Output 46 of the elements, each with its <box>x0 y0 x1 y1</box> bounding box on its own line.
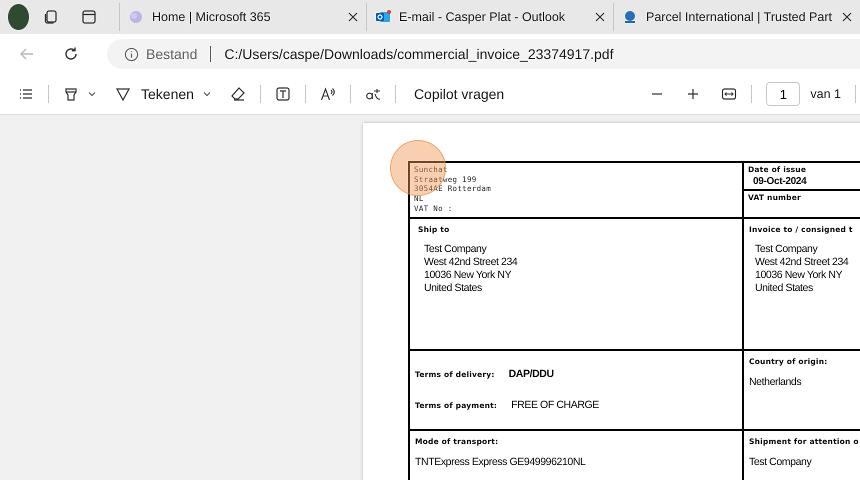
address-line: West 42nd Street 234 <box>424 256 518 269</box>
copilot-button[interactable]: Copilot vragen <box>410 86 508 102</box>
tab-title: E-mail - Casper Plat - Outlook <box>399 10 566 24</box>
chevron-down-icon[interactable] <box>202 89 212 99</box>
address-line: United States <box>755 282 814 295</box>
field-value: Test Company <box>749 456 813 469</box>
page-count: van 1 <box>810 87 841 101</box>
fit-width-icon[interactable] <box>721 86 738 102</box>
close-icon[interactable] <box>842 12 852 22</box>
site-label: Bestand <box>146 46 198 62</box>
tab-title: Home | Microsoft 365 <box>152 10 272 24</box>
address-line: United States <box>424 282 483 295</box>
draw-label[interactable]: Tekenen <box>141 86 194 102</box>
translate-icon[interactable] <box>364 86 381 102</box>
read-aloud-icon[interactable] <box>320 86 336 102</box>
page-number-field[interactable]: 1 <box>766 82 800 106</box>
browser-tab[interactable]: E-mail - Casper Plat - Outlook <box>366 3 613 31</box>
close-icon[interactable] <box>348 12 358 22</box>
highlighter-icon[interactable] <box>63 86 79 102</box>
profile-avatar[interactable] <box>8 4 29 30</box>
collections-icon[interactable] <box>43 9 59 25</box>
chevron-down-icon[interactable] <box>87 89 97 99</box>
text-box-icon[interactable] <box>274 86 291 102</box>
issue-date: 09-Oct-2024 <box>753 176 808 187</box>
tab-title: Parcel International | Trusted Part <box>646 10 833 24</box>
address-line: 10036 New York NY <box>755 269 844 282</box>
address-line: Test Company <box>755 243 819 256</box>
address-line: West 42nd Street 234 <box>755 256 850 269</box>
info-icon <box>124 46 139 62</box>
field-value: DAP/DDU <box>508 368 554 381</box>
field-value: Netherlands <box>749 376 802 389</box>
tab-actions-icon[interactable] <box>81 9 97 25</box>
eraser-icon[interactable] <box>230 86 246 102</box>
field-value: TNTExpress Express GE949996210NL <box>415 456 586 469</box>
refresh-icon[interactable] <box>63 46 79 62</box>
pen-icon[interactable] <box>115 86 131 102</box>
browser-tab[interactable]: Parcel International | Trusted Part <box>613 3 860 31</box>
url-text: C:/Users/caspe/Downloads/commercial_invoice_23374917.pdf <box>224 46 614 62</box>
mail-icon <box>375 9 391 25</box>
address-field[interactable]: Bestand C:/Users/caspe/Downloads/commercial_invoice_23374917.pdf <box>107 39 860 69</box>
close-icon[interactable] <box>595 12 605 22</box>
address-line: Test Company <box>424 243 488 256</box>
cloud-icon <box>128 9 144 25</box>
browser-tab[interactable]: Home | Microsoft 365 <box>119 3 366 31</box>
address-line: 10036 New York NY <box>424 269 512 282</box>
field-value: FREE OF CHARGE <box>511 399 599 412</box>
